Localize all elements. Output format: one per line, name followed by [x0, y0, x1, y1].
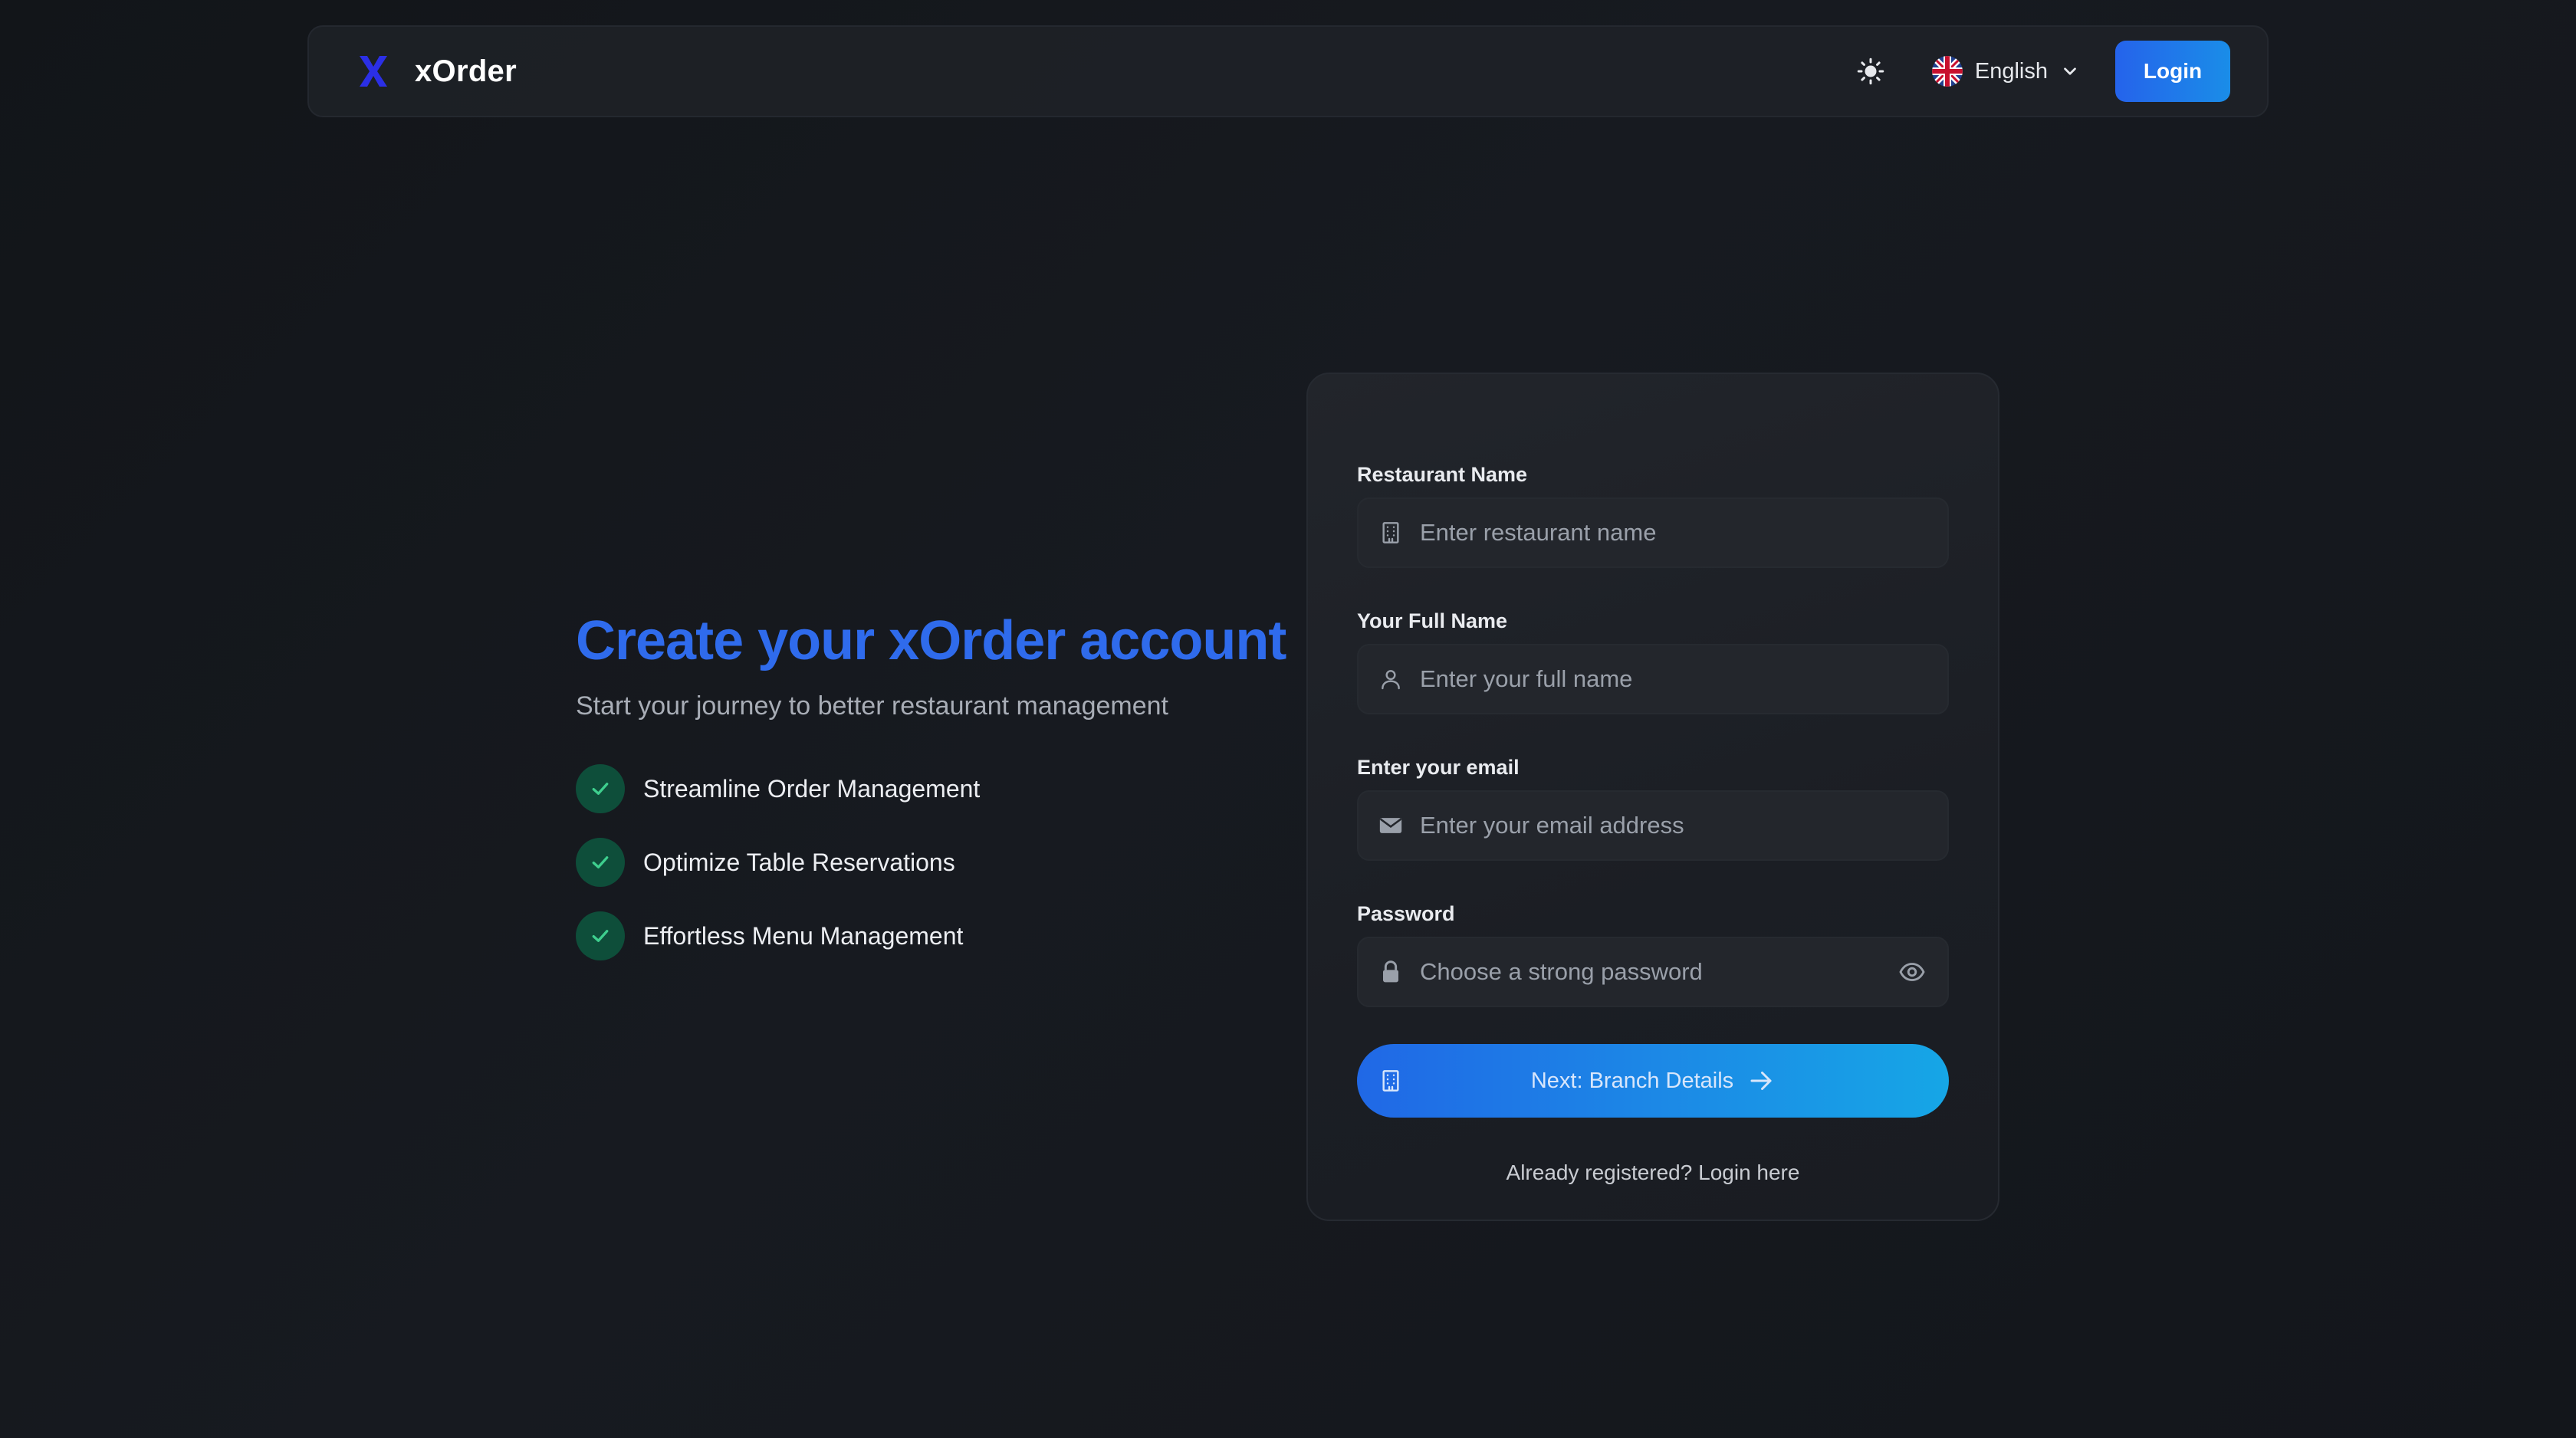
lock-icon — [1377, 958, 1405, 986]
theme-toggle-button[interactable] — [1849, 50, 1892, 93]
feature-item: Effortless Menu Management — [576, 911, 1266, 960]
page-title: Create your xOrder account — [576, 610, 1286, 671]
signup-form-card: Restaurant Name Your Full Name — [1306, 373, 1999, 1221]
arrow-right-icon — [1747, 1067, 1775, 1095]
next-button-label: Next: Branch Details — [1530, 1068, 1734, 1093]
hero-section: Create your xOrder account Start your jo… — [576, 610, 1286, 960]
full-name-field: Your Full Name — [1357, 609, 1949, 714]
full-name-label: Your Full Name — [1357, 609, 1508, 632]
brand-name: xOrder — [415, 54, 517, 88]
top-navbar: xOrder English Login — [307, 25, 2269, 117]
restaurant-name-input[interactable] — [1420, 499, 1929, 566]
page-subtitle: Start your journey to better restaurant … — [576, 691, 1168, 721]
feature-item: Streamline Order Management — [576, 764, 1266, 813]
building-icon — [1377, 519, 1405, 547]
chevron-down-icon — [2064, 67, 2076, 75]
email-field: Enter your email — [1357, 756, 1949, 861]
check-icon — [576, 911, 625, 960]
full-name-input[interactable] — [1420, 645, 1929, 713]
restaurant-name-label: Restaurant Name — [1357, 463, 1528, 486]
show-password-eye-icon[interactable] — [1895, 955, 1929, 989]
login-here-link[interactable]: Login here — [1698, 1161, 1799, 1184]
email-label: Enter your email — [1357, 756, 1520, 779]
brand[interactable]: xOrder — [355, 53, 517, 90]
feature-label: Optimize Table Reservations — [643, 848, 955, 876]
password-label: Password — [1357, 902, 1455, 925]
password-field: Password — [1357, 902, 1949, 1007]
envelope-icon — [1377, 812, 1405, 839]
password-input[interactable] — [1420, 938, 1895, 1006]
restaurant-name-field: Restaurant Name — [1357, 463, 1949, 568]
already-registered-text: Already registered? Login here — [1357, 1161, 1949, 1185]
login-button[interactable]: Login — [2115, 41, 2230, 102]
language-label: English — [1974, 58, 2048, 84]
building-icon — [1378, 1067, 1403, 1101]
next-branch-details-button[interactable]: Next: Branch Details — [1357, 1044, 1949, 1118]
feature-label: Streamline Order Management — [643, 774, 981, 803]
xorder-logo-icon — [360, 56, 387, 87]
sun-icon — [1857, 57, 1884, 85]
language-selector[interactable]: English — [1931, 56, 2080, 87]
check-icon — [576, 838, 625, 887]
uk-flag-icon — [1931, 56, 1963, 87]
already-registered-label: Already registered? — [1506, 1161, 1693, 1184]
feature-label: Effortless Menu Management — [643, 921, 964, 950]
check-icon — [576, 764, 625, 813]
feature-item: Optimize Table Reservations — [576, 838, 1266, 887]
user-icon — [1377, 665, 1405, 693]
email-input[interactable] — [1420, 792, 1929, 859]
feature-list: Streamline Order Management Optimize Tab… — [576, 764, 1266, 960]
